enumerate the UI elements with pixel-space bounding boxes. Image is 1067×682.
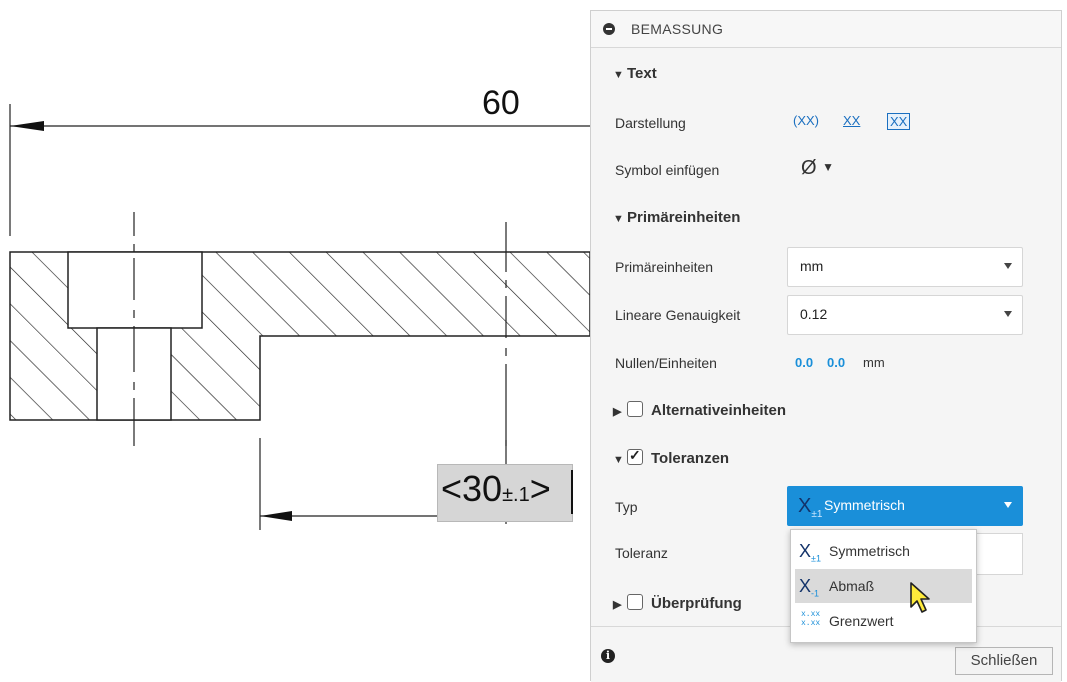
dimension-tolerance: ±.1 [502, 484, 530, 506]
tolerances-checkbox[interactable] [627, 447, 643, 465]
tolerance-label: Toleranz [615, 545, 668, 561]
insert-symbol-label: Symbol einfügen [615, 162, 720, 178]
expand-triangle-icon: ▼ [613, 454, 624, 466]
primary-units-label: Primäreinheiten [615, 259, 714, 275]
chevron-down-icon [1004, 263, 1012, 269]
section-alternative-units[interactable]: ▶ Alternativeinheiten [613, 401, 786, 419]
section-primary-units[interactable]: ▼ Primäreinheiten [613, 209, 740, 226]
dimension-30-text[interactable]: <30±.1> [441, 468, 551, 510]
limit-tolerance-icon: x.xx x.xx [801, 610, 821, 628]
dimension-text-editor[interactable]: <30±.1> [437, 464, 577, 522]
alternative-units-checkbox[interactable] [627, 401, 643, 417]
dropdown-option-deviation[interactable]: X-1 Abmaß [795, 569, 972, 603]
collapsed-triangle-icon: ▶ [613, 406, 622, 418]
technical-drawing-canvas[interactable]: 60 [0, 0, 600, 680]
chevron-down-icon: ▼ [822, 160, 835, 174]
dropdown-option-label: Abmaß [829, 578, 875, 594]
diameter-symbol-icon: Ø [801, 157, 817, 179]
dimension-60-text: 60 [482, 84, 520, 122]
dimension-value: <30 [441, 468, 503, 509]
dropdown-option-symmetric[interactable]: X±1 Symmetrisch [795, 534, 972, 568]
tolerance-type-label: Typ [615, 499, 638, 515]
primary-units-select[interactable]: mm [787, 247, 1023, 287]
section-check-title: Überprüfung [651, 595, 742, 612]
insert-symbol-dropdown[interactable]: Ø ▼ [801, 157, 834, 180]
primary-units-value: mm [800, 258, 824, 274]
dropdown-option-label: Symmetrisch [829, 543, 910, 559]
section-alt-title: Alternativeinheiten [651, 402, 787, 419]
display-option-parentheses[interactable]: (XX) [793, 113, 819, 128]
info-icon[interactable]: i [601, 649, 615, 663]
collapsed-triangle-icon: ▶ [613, 599, 622, 611]
close-button[interactable]: Schließen [955, 647, 1053, 675]
symmetric-tolerance-icon: X±1 [799, 541, 821, 564]
text-caret [571, 470, 573, 514]
tolerance-type-select[interactable]: X±1 Symmetrisch [787, 486, 1023, 526]
panel-header: BEMASSUNG [591, 11, 1061, 48]
section-text[interactable]: ▼ Text [613, 65, 657, 82]
section-hatch-area [9, 251, 591, 421]
section-primary-title: Primäreinheiten [627, 209, 741, 226]
section-inspection[interactable]: ▶ Überprüfung [613, 594, 742, 612]
chevron-down-icon [1004, 502, 1012, 508]
zeros-units-label: Nullen/Einheiten [615, 355, 717, 371]
dimension-suffix: > [529, 468, 551, 509]
leading-zero-toggle[interactable]: 0.0 [795, 355, 813, 370]
dropdown-option-label: Grenzwert [829, 613, 894, 629]
display-option-underline[interactable]: XX [843, 113, 860, 128]
symmetric-tolerance-icon: X±1 [798, 495, 823, 520]
mouse-cursor-icon [910, 582, 930, 613]
linear-precision-value: 0.12 [800, 306, 828, 322]
collapse-panel-icon[interactable] [603, 23, 615, 35]
dropdown-option-limit[interactable]: x.xx x.xx Grenzwert [795, 604, 972, 638]
linear-precision-label: Lineare Genauigkeit [615, 307, 741, 323]
deviation-tolerance-icon: X-1 [799, 576, 820, 599]
dimension-panel: BEMASSUNG ▼ Text Darstellung (XX) XX XX S… [590, 10, 1062, 682]
dimension-60[interactable]: 60 [9, 84, 590, 236]
inspection-checkbox[interactable] [627, 594, 643, 610]
section-text-title: Text [627, 65, 657, 82]
unit-toggle[interactable]: mm [863, 355, 885, 370]
expand-triangle-icon: ▼ [613, 69, 624, 81]
section-tol-title: Toleranzen [651, 450, 730, 467]
display-option-box[interactable]: XX [887, 113, 911, 130]
panel-title: BEMASSUNG [631, 21, 724, 37]
section-tolerances[interactable]: ▼ Toleranzen [613, 447, 730, 467]
tolerance-type-value: Symmetrisch [824, 497, 905, 513]
trailing-zero-toggle[interactable]: 0.0 [827, 355, 845, 370]
linear-precision-select[interactable]: 0.12 [787, 295, 1023, 335]
tolerance-input[interactable] [975, 533, 1023, 575]
display-label: Darstellung [615, 115, 686, 131]
expand-triangle-icon: ▼ [613, 213, 624, 225]
tolerance-type-dropdown: X±1 Symmetrisch X-1 Abmaß x.xx x.xx Grenz… [790, 529, 977, 643]
chevron-down-icon [1004, 311, 1012, 317]
